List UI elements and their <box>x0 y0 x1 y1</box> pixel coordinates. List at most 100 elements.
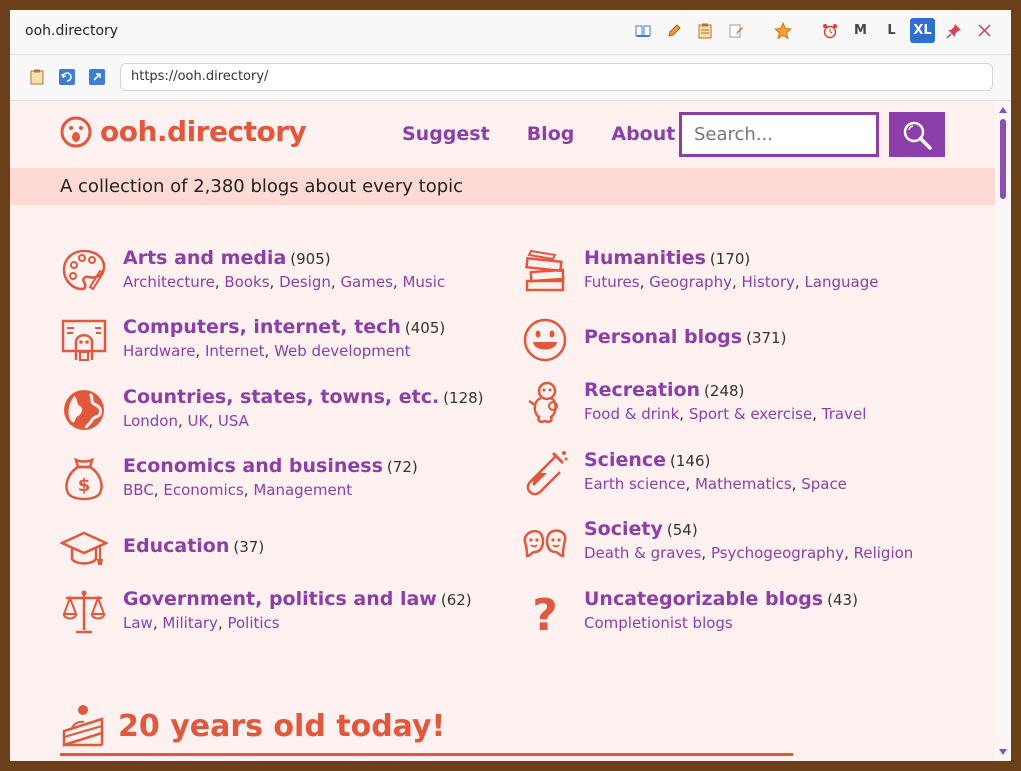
category-name[interactable]: Science <box>584 449 666 471</box>
scroll-down-arrow[interactable] <box>999 749 1007 755</box>
subcategory-link[interactable]: Web development <box>274 342 410 360</box>
category-count: (37) <box>233 538 265 556</box>
magnifier-icon <box>903 121 932 150</box>
subcategory-link[interactable]: Mathematics <box>695 475 792 493</box>
test-tube-icon <box>526 451 568 496</box>
subcategory-list: Death & graves, Psychogeography, Religio… <box>584 544 914 562</box>
address-bar: https://ooh.directory/ <box>10 55 1011 101</box>
books-icon <box>525 249 565 292</box>
subcategory-link[interactable]: Military <box>162 614 218 632</box>
category-name[interactable]: Computers, internet, tech <box>123 316 401 338</box>
subcategory-link[interactable]: Architecture <box>123 273 215 291</box>
subcategory-link[interactable]: BBC <box>123 481 154 499</box>
subcategory-link[interactable]: Music <box>402 273 445 291</box>
title-bar-toolbar: M L XL <box>630 18 997 43</box>
palette-icon <box>62 249 106 291</box>
alarm-clock-icon[interactable] <box>817 18 842 43</box>
note-edit-icon[interactable] <box>723 18 748 43</box>
category-name[interactable]: Humanities <box>584 247 706 269</box>
window-title: ooh.directory <box>25 23 119 39</box>
nav-suggest[interactable]: Suggest <box>402 123 490 145</box>
subcategory-link[interactable]: Futures <box>584 273 640 291</box>
clipboard-icon[interactable] <box>692 18 717 43</box>
category-count: (62) <box>440 591 472 609</box>
subcategory-link[interactable]: Books <box>224 273 269 291</box>
subcategory-link[interactable]: Religion <box>854 544 914 562</box>
subcategory-link[interactable]: Completionist blogs <box>584 614 733 632</box>
anniversary-title[interactable]: 20 years old today! <box>118 709 445 744</box>
subcategory-link[interactable]: Sport & exercise <box>689 405 812 423</box>
category-name[interactable]: Society <box>584 518 663 540</box>
refresh-icon[interactable] <box>58 68 76 86</box>
category-name[interactable]: Government, politics and law <box>123 588 437 610</box>
subcategory-link[interactable]: Food & drink <box>584 405 679 423</box>
subcategory-link[interactable]: Death & graves <box>584 544 701 562</box>
tagline: A collection of 2,380 blogs about every … <box>60 176 464 197</box>
anniversary-heading: 20 years old today! <box>60 703 445 749</box>
pin-icon[interactable] <box>941 18 966 43</box>
clipboard-icon[interactable] <box>28 68 46 86</box>
vertical-scrollbar[interactable] <box>995 101 1011 761</box>
search-button[interactable] <box>889 112 945 157</box>
category-count: (43) <box>827 591 858 609</box>
subcategory-link[interactable]: Hardware <box>123 342 195 360</box>
subcategory-link[interactable]: Earth science <box>584 475 685 493</box>
category-name[interactable]: Recreation <box>584 379 700 401</box>
subcategory-link[interactable]: History <box>742 273 795 291</box>
star-icon[interactable] <box>770 18 795 43</box>
scroll-up-arrow[interactable] <box>999 107 1007 113</box>
close-icon[interactable] <box>972 18 997 43</box>
url-field[interactable]: https://ooh.directory/ <box>120 63 993 91</box>
subcategory-link[interactable]: London <box>123 412 178 430</box>
subcategory-link[interactable]: Politics <box>227 614 279 632</box>
svg-text:$: $ <box>78 475 91 496</box>
anniversary-underline <box>60 753 793 756</box>
nav-blog[interactable]: Blog <box>527 123 575 145</box>
subcategory-list: Earth science, Mathematics, Space <box>584 475 847 493</box>
size-xl-button[interactable]: XL <box>910 18 935 43</box>
category-count: (128) <box>443 389 484 407</box>
subcategory-link[interactable]: Psychogeography <box>711 544 844 562</box>
open-external-icon[interactable] <box>88 68 106 86</box>
subcategory-link[interactable]: USA <box>218 412 249 430</box>
subcategory-list: Law, Military, Politics <box>123 614 280 632</box>
subcategory-link[interactable]: UK <box>188 412 209 430</box>
page-content: ooh.directory Suggest Blog About A colle… <box>10 101 995 761</box>
scroll-thumb[interactable] <box>1000 119 1006 199</box>
search-input[interactable] <box>679 112 879 157</box>
subcategory-link[interactable]: Games <box>340 273 392 291</box>
computer-icon <box>61 319 107 361</box>
category-name[interactable]: Personal blogs <box>584 326 742 348</box>
subcategory-link[interactable]: Management <box>253 481 352 499</box>
smiley-icon <box>523 318 567 362</box>
category-name[interactable]: Education <box>123 535 229 557</box>
subcategory-link[interactable]: Travel <box>822 405 867 423</box>
subcategory-link[interactable]: Geography <box>649 273 732 291</box>
pencil-icon[interactable] <box>661 18 686 43</box>
subcategory-link[interactable]: Internet <box>205 342 265 360</box>
reader-icon[interactable] <box>630 18 655 43</box>
subcategory-link[interactable]: Law <box>123 614 153 632</box>
logo-text: ooh.directory <box>100 115 307 148</box>
category-name[interactable]: Uncategorizable blogs <box>584 588 823 610</box>
subcategory-link[interactable]: Design <box>279 273 331 291</box>
subcategory-link[interactable]: Language <box>804 273 878 291</box>
globe-icon <box>64 390 104 430</box>
subcategory-link[interactable]: Space <box>801 475 847 493</box>
size-l-button[interactable]: L <box>879 18 904 43</box>
category-name[interactable]: Countries, states, towns, etc. <box>123 386 439 408</box>
subcategory-list: Completionist blogs <box>584 614 858 632</box>
scales-icon <box>62 590 106 634</box>
site-logo[interactable]: ooh.directory <box>60 115 307 148</box>
category-count: (248) <box>704 382 745 400</box>
nav-about[interactable]: About <box>611 123 675 145</box>
subcategory-link[interactable]: Economics <box>163 481 243 499</box>
category-count: (54) <box>666 521 698 539</box>
category-count: (905) <box>290 250 331 268</box>
category-count: (72) <box>386 458 418 476</box>
category-name[interactable]: Economics and business <box>123 455 383 477</box>
size-m-button[interactable]: M <box>848 18 873 43</box>
svg-text:?: ? <box>532 590 558 636</box>
money-bag-icon: $ <box>65 457 103 501</box>
category-name[interactable]: Arts and media <box>123 247 286 269</box>
